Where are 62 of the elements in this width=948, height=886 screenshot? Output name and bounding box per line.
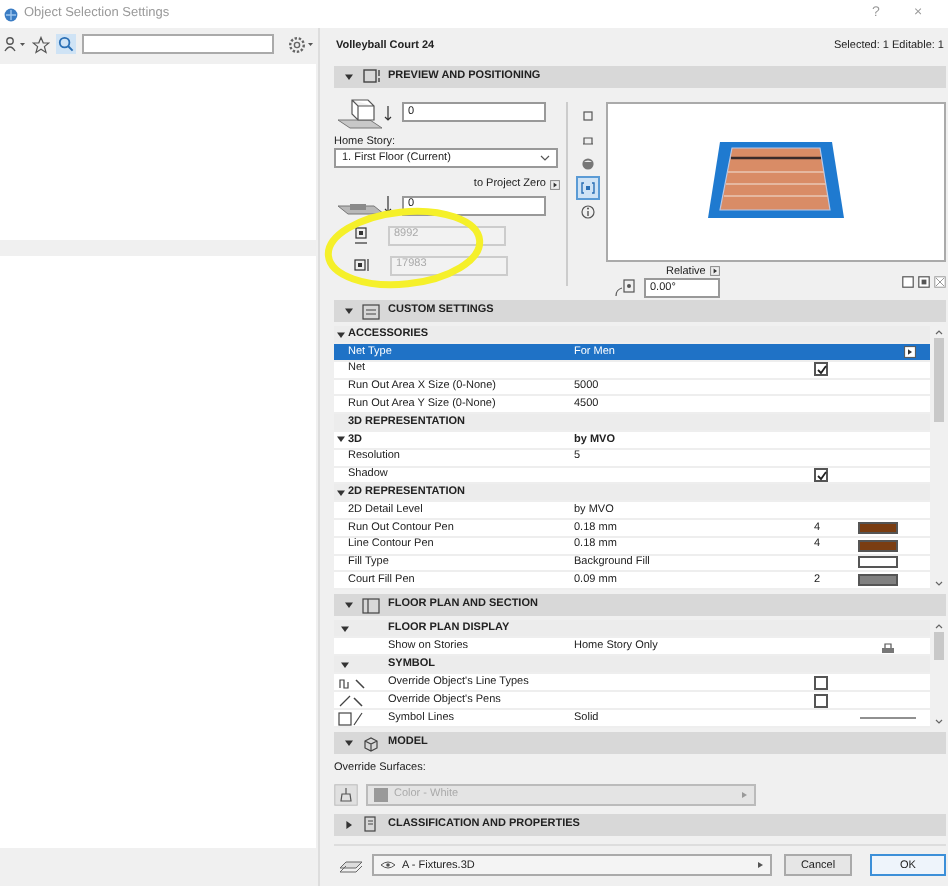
- scroll-thumb[interactable]: [933, 338, 943, 423]
- triangle-icon[interactable]: [340, 659, 350, 670]
- app-icon: [4, 7, 18, 21]
- triangle-icon[interactable]: [344, 306, 354, 317]
- view-button[interactable]: [578, 201, 598, 222]
- checkbox[interactable]: [814, 675, 828, 690]
- checkbox[interactable]: [814, 362, 828, 377]
- scrollbar[interactable]: [930, 620, 946, 729]
- triangle-icon[interactable]: [344, 819, 354, 830]
- search-icon[interactable]: [56, 34, 76, 54]
- scroll-up-icon[interactable]: [933, 328, 943, 337]
- caret-icon: [540, 154, 550, 163]
- filter-icon[interactable]: [4, 36, 26, 52]
- triangle-icon[interactable]: [336, 329, 346, 340]
- pen-swatch[interactable]: [858, 539, 898, 552]
- star-icon[interactable]: [32, 35, 50, 53]
- color-swatch-icon: [374, 787, 388, 802]
- scroll-thumb[interactable]: [933, 632, 943, 661]
- triangle-icon[interactable]: [336, 434, 346, 445]
- scroll-down-icon[interactable]: [933, 718, 943, 727]
- caret-icon: [756, 860, 764, 871]
- sphere-icon: [580, 155, 596, 172]
- view-button[interactable]: [578, 105, 598, 126]
- layer-icon: [338, 857, 364, 874]
- pen-swatch[interactable]: [858, 521, 898, 534]
- triangle-icon[interactable]: [340, 623, 350, 634]
- triangle-icon[interactable]: [344, 71, 354, 82]
- depth-icon: [354, 258, 370, 273]
- square-icon: [580, 107, 596, 124]
- frame-icon: [580, 179, 596, 196]
- stories-icon[interactable]: [880, 639, 896, 654]
- eye-icon: [380, 860, 396, 871]
- section-icon: [362, 735, 380, 752]
- fill-swatch[interactable]: [858, 556, 898, 569]
- search-field[interactable]: [82, 34, 274, 54]
- info-icon: [580, 203, 596, 220]
- checkbox[interactable]: [814, 693, 828, 708]
- symbol-lines-icon: [338, 711, 366, 726]
- section-icon: [362, 68, 380, 85]
- view-button[interactable]: [578, 153, 598, 174]
- caret-icon: [740, 789, 748, 800]
- section-icon: [362, 597, 380, 614]
- line-type-icon: [338, 693, 366, 708]
- scroll-up-icon[interactable]: [933, 622, 943, 631]
- section-icon: [362, 816, 380, 833]
- scroll-down-icon[interactable]: [933, 580, 943, 589]
- line-swatch[interactable]: [858, 712, 918, 725]
- brush-icon[interactable]: [334, 783, 358, 806]
- reference-level-icon: [334, 193, 394, 218]
- rotation-icon: [614, 278, 638, 299]
- dropdown-icon[interactable]: [550, 179, 560, 190]
- width-icon: [354, 225, 368, 246]
- section-icon: [362, 303, 380, 320]
- menu-button-icon[interactable]: [904, 345, 916, 358]
- view-button[interactable]: [578, 177, 598, 198]
- dropdown-icon[interactable]: [709, 266, 720, 277]
- triangle-icon[interactable]: [344, 600, 354, 611]
- pen-swatch[interactable]: [858, 574, 898, 587]
- gear-icon[interactable]: [288, 35, 314, 53]
- scrollbar[interactable]: [930, 326, 946, 591]
- elevation-icon: [334, 93, 394, 132]
- triangle-icon[interactable]: [336, 487, 346, 498]
